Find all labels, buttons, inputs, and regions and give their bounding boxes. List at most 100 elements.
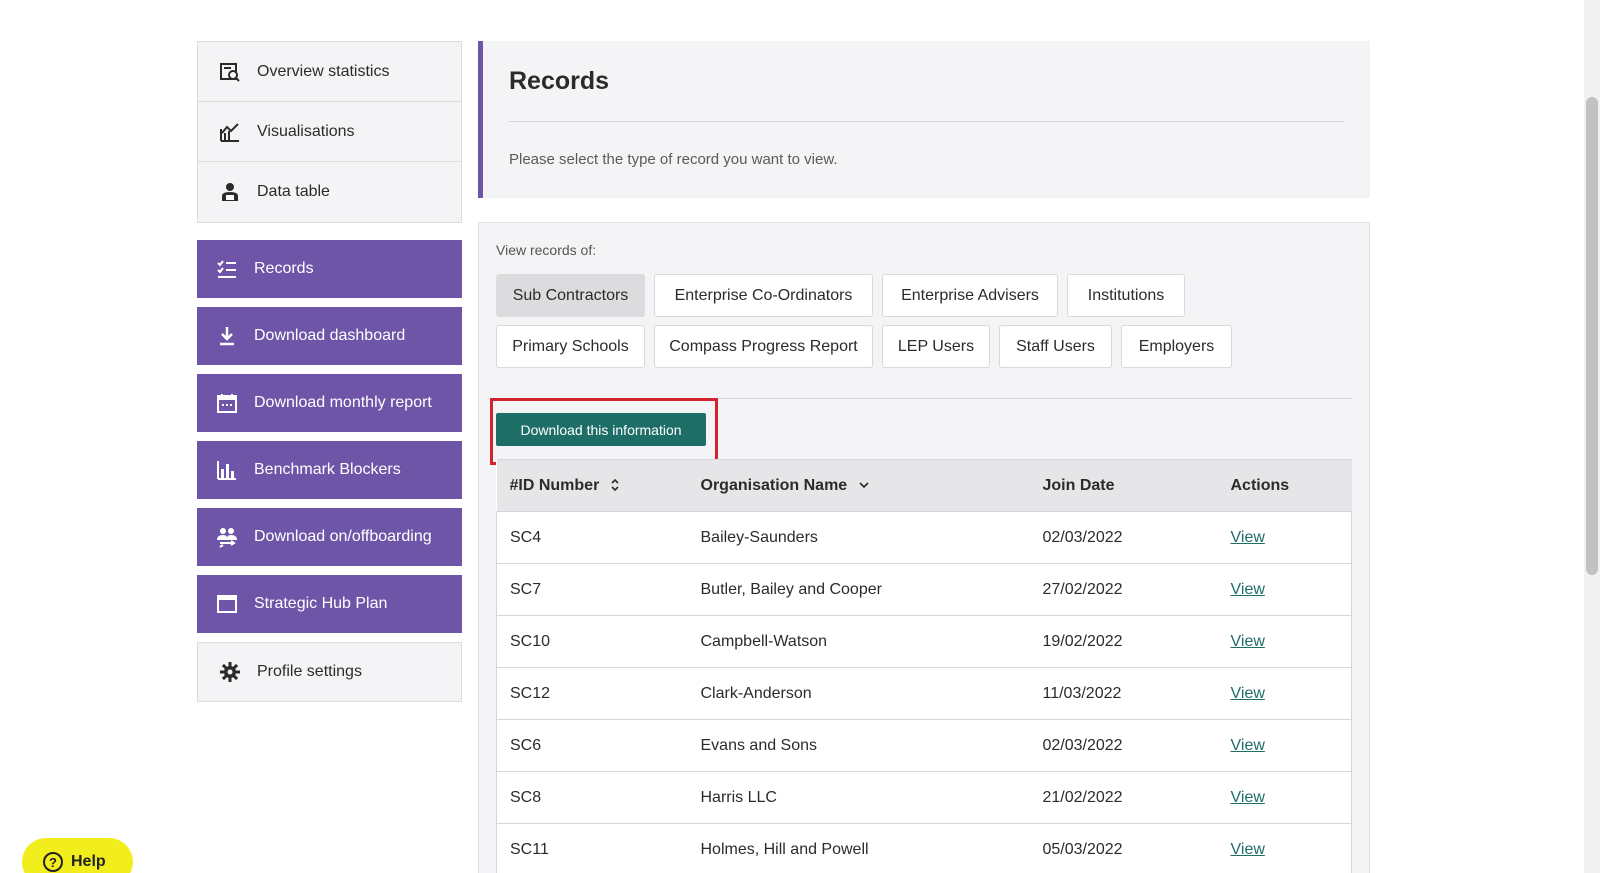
sidebar-item-data-table[interactable]: Data table [198,162,461,222]
cell-actions: View [1217,823,1352,873]
cell-id: SC10 [496,615,688,668]
cell-actions: View [1217,563,1352,616]
cell-id: SC7 [496,563,688,616]
page-header: Records Please select the type of record… [478,41,1370,198]
sidebar-item-visualisations[interactable]: Visualisations [198,102,461,162]
cell-id: SC11 [496,823,688,873]
records-panel: View records of: Sub Contractors Enterpr… [478,222,1370,873]
header-divider [509,121,1344,122]
cell-actions: View [1217,511,1352,564]
view-link[interactable]: View [1231,737,1265,754]
column-header-actions: Actions [1217,459,1352,512]
cell-actions: View [1217,615,1352,668]
view-link[interactable]: View [1231,633,1265,650]
download-icon [215,324,239,348]
sidebar-item-label: Records [254,260,314,277]
sidebar-item-label: Profile settings [257,663,362,680]
table-header-row: #ID Number Organisation Name Join Date A… [496,459,1352,512]
cell-id: SC4 [496,511,688,564]
sidebar-item-label: Download on/offboarding [254,528,432,545]
column-header-id[interactable]: #ID Number [496,459,688,512]
cell-join-date: 05/03/2022 [1042,840,1123,858]
sidebar-item-label: Download dashboard [254,327,406,344]
users-transfer-icon [215,525,239,549]
cell-organisation: Holmes, Hill and Powell [700,840,869,858]
sidebar-item-label: Benchmark Blockers [254,461,401,478]
chevron-down-icon[interactable] [858,480,870,490]
record-type-enterprise-advisers[interactable]: Enterprise Advisers [882,274,1058,317]
record-type-employers[interactable]: Employers [1121,325,1232,368]
record-type-sub-contractors[interactable]: Sub Contractors [496,274,645,317]
sidebar-item-download-dashboard[interactable]: Download dashboard [197,307,462,365]
help-label: Help [71,853,106,870]
sidebar-item-benchmark-blockers[interactable]: Benchmark Blockers [197,441,462,499]
view-link[interactable]: View [1231,841,1265,858]
records-table: #ID Number Organisation Name Join Date A… [496,459,1352,873]
table-row: SC10 Campbell-Watson 19/02/2022 View [496,615,1352,668]
cell-organisation: Bailey-Saunders [700,528,818,546]
cell-id: SC12 [496,667,688,720]
table-row: SC12 Clark-Anderson 11/03/2022 View [496,667,1352,720]
table-row: SC8 Harris LLC 21/02/2022 View [496,771,1352,824]
cell-id: SC6 [496,719,688,772]
sidebar-top-group: Overview statistics Visualisations Data … [197,41,462,223]
cell-join-date: 02/03/2022 [1042,736,1123,754]
cell-actions: View [1217,771,1352,824]
record-type-institutions[interactable]: Institutions [1067,274,1185,317]
calendar-icon [215,391,239,415]
download-information-button[interactable]: Download this information [496,413,706,446]
cell-join-date: 19/02/2022 [1042,632,1123,650]
sort-updown-icon[interactable] [610,477,620,493]
cell-actions: View [1217,719,1352,772]
page-title: Records [509,67,610,95]
view-link[interactable]: View [1231,789,1265,806]
cell-organisation: Evans and Sons [700,736,818,754]
view-link[interactable]: View [1231,685,1265,702]
view-records-label: View records of: [496,242,597,258]
sidebar-item-strategic-hub-plan[interactable]: Strategic Hub Plan [197,575,462,633]
record-type-lep-users[interactable]: LEP Users [882,325,990,368]
record-type-primary-schools[interactable]: Primary Schools [496,325,645,368]
table-row: SC4 Bailey-Saunders 02/03/2022 View [496,511,1352,564]
page-subtitle: Please select the type of record you wan… [509,151,838,168]
bar-chart-icon [215,458,239,482]
table-row: SC6 Evans and Sons 02/03/2022 View [496,719,1352,772]
scrollbar-thumb[interactable] [1586,97,1598,575]
record-type-compass-progress-report[interactable]: Compass Progress Report [654,325,873,368]
cell-organisation: Harris LLC [700,788,777,806]
column-header-organisation[interactable]: Organisation Name [687,459,1030,512]
column-header-join-date: Join Date [1029,459,1218,512]
view-link[interactable]: View [1231,581,1265,598]
question-icon: ? [43,852,63,872]
page-scrollbar[interactable] [1584,0,1600,873]
user-table-icon [218,180,242,204]
line-chart-icon [218,120,242,144]
sidebar-item-profile-settings[interactable]: Profile settings [198,643,461,701]
sidebar-item-records[interactable]: Records [197,240,462,298]
table-row: SC7 Butler, Bailey and Cooper 27/02/2022… [496,563,1352,616]
cell-organisation: Clark-Anderson [700,684,812,702]
cell-organisation: Butler, Bailey and Cooper [700,580,882,598]
sidebar-item-label: Visualisations [257,122,355,140]
gear-icon [218,660,242,684]
record-type-staff-users[interactable]: Staff Users [999,325,1112,368]
view-link[interactable]: View [1231,529,1265,546]
sidebar-item-label: Data table [257,183,330,200]
help-button[interactable]: ? Help [22,838,133,873]
cell-id: SC8 [496,771,688,824]
sidebar-item-download-onoffboarding[interactable]: Download on/offboarding [197,508,462,566]
cell-join-date: 21/02/2022 [1042,788,1123,806]
sidebar-profile-group: Profile settings [197,642,462,702]
window-icon [215,592,239,616]
cell-join-date: 27/02/2022 [1042,580,1123,598]
sidebar-item-overview-statistics[interactable]: Overview statistics [198,42,461,102]
cell-actions: View [1217,667,1352,720]
sidebar-item-download-monthly-report[interactable]: Download monthly report [197,374,462,432]
cell-join-date: 02/03/2022 [1042,528,1123,546]
sidebar-item-label: Overview statistics [257,62,390,80]
sidebar-item-label: Download monthly report [254,394,432,411]
sidebar-item-label: Strategic Hub Plan [254,595,388,612]
search-chart-icon [218,60,242,84]
record-type-enterprise-coordinators[interactable]: Enterprise Co-Ordinators [654,274,873,317]
sidebar: Overview statistics Visualisations Data … [197,41,462,702]
